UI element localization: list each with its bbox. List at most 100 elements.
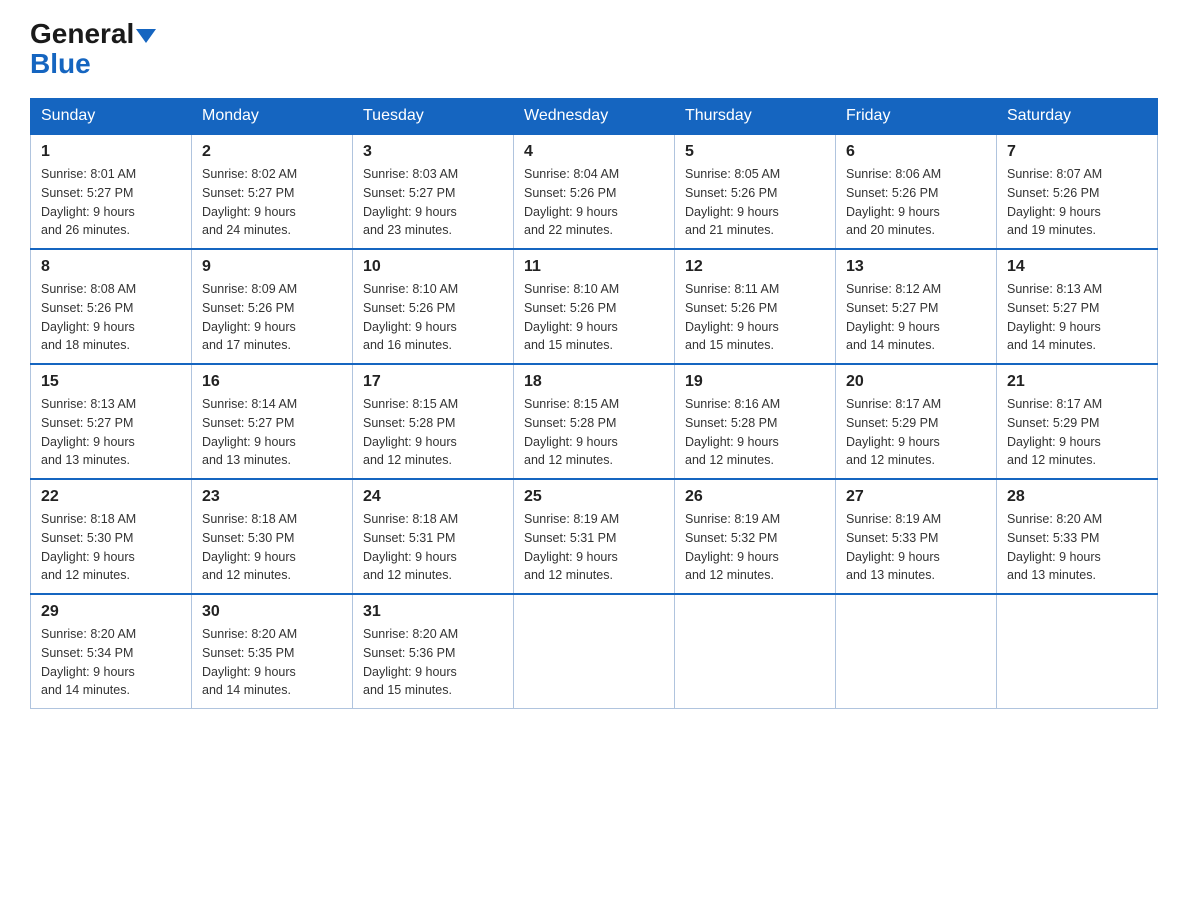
day-info: Sunrise: 8:13 AMSunset: 5:27 PMDaylight:… — [1007, 280, 1147, 355]
day-info: Sunrise: 8:01 AMSunset: 5:27 PMDaylight:… — [41, 165, 181, 240]
calendar-cell: 7 Sunrise: 8:07 AMSunset: 5:26 PMDaylight… — [997, 134, 1158, 249]
day-number: 1 — [41, 143, 181, 161]
day-info: Sunrise: 8:20 AMSunset: 5:36 PMDaylight:… — [363, 625, 503, 700]
day-number: 29 — [41, 603, 181, 621]
day-number: 11 — [524, 258, 664, 276]
calendar-header-wednesday: Wednesday — [514, 99, 675, 135]
calendar-cell — [514, 594, 675, 709]
day-number: 6 — [846, 143, 986, 161]
calendar-cell: 17 Sunrise: 8:15 AMSunset: 5:28 PMDayligh… — [353, 364, 514, 479]
day-info: Sunrise: 8:05 AMSunset: 5:26 PMDaylight:… — [685, 165, 825, 240]
day-number: 24 — [363, 488, 503, 506]
day-info: Sunrise: 8:18 AMSunset: 5:30 PMDaylight:… — [202, 510, 342, 585]
calendar-cell: 3 Sunrise: 8:03 AMSunset: 5:27 PMDaylight… — [353, 134, 514, 249]
calendar-cell: 15Sunrise: 8:13 AMSunset: 5:27 PMDayligh… — [31, 364, 192, 479]
calendar-cell: 4Sunrise: 8:04 AMSunset: 5:26 PMDaylight… — [514, 134, 675, 249]
day-number: 5 — [685, 143, 825, 161]
day-number: 10 — [363, 258, 503, 276]
calendar-cell: 2 Sunrise: 8:02 AMSunset: 5:27 PMDaylight… — [192, 134, 353, 249]
page-header: General Blue — [30, 20, 1158, 80]
logo-text: General — [30, 20, 156, 48]
logo-blue: Blue — [30, 48, 91, 80]
day-info: Sunrise: 8:16 AMSunset: 5:28 PMDaylight:… — [685, 395, 825, 470]
day-info: Sunrise: 8:17 AMSunset: 5:29 PMDaylight:… — [1007, 395, 1147, 470]
day-info: Sunrise: 8:06 AMSunset: 5:26 PMDaylight:… — [846, 165, 986, 240]
day-info: Sunrise: 8:20 AMSunset: 5:34 PMDaylight:… — [41, 625, 181, 700]
day-number: 21 — [1007, 373, 1147, 391]
calendar-cell: 27Sunrise: 8:19 AMSunset: 5:33 PMDayligh… — [836, 479, 997, 594]
calendar-cell: 16 Sunrise: 8:14 AMSunset: 5:27 PMDayligh… — [192, 364, 353, 479]
calendar-cell: 29 Sunrise: 8:20 AMSunset: 5:34 PMDayligh… — [31, 594, 192, 709]
calendar-cell: 14Sunrise: 8:13 AMSunset: 5:27 PMDayligh… — [997, 249, 1158, 364]
calendar-week-row: 22 Sunrise: 8:18 AMSunset: 5:30 PMDayligh… — [31, 479, 1158, 594]
calendar-cell: 23Sunrise: 8:18 AMSunset: 5:30 PMDayligh… — [192, 479, 353, 594]
day-info: Sunrise: 8:10 AMSunset: 5:26 PMDaylight:… — [524, 280, 664, 355]
day-number: 30 — [202, 603, 342, 621]
day-info: Sunrise: 8:19 AMSunset: 5:31 PMDaylight:… — [524, 510, 664, 585]
calendar-cell: 6 Sunrise: 8:06 AMSunset: 5:26 PMDaylight… — [836, 134, 997, 249]
day-info: Sunrise: 8:20 AMSunset: 5:35 PMDaylight:… — [202, 625, 342, 700]
day-info: Sunrise: 8:20 AMSunset: 5:33 PMDaylight:… — [1007, 510, 1147, 585]
day-info: Sunrise: 8:10 AMSunset: 5:26 PMDaylight:… — [363, 280, 503, 355]
day-number: 16 — [202, 373, 342, 391]
day-number: 9 — [202, 258, 342, 276]
calendar-header-tuesday: Tuesday — [353, 99, 514, 135]
calendar-cell: 5 Sunrise: 8:05 AMSunset: 5:26 PMDaylight… — [675, 134, 836, 249]
day-info: Sunrise: 8:11 AMSunset: 5:26 PMDaylight:… — [685, 280, 825, 355]
day-number: 18 — [524, 373, 664, 391]
calendar-cell: 26 Sunrise: 8:19 AMSunset: 5:32 PMDayligh… — [675, 479, 836, 594]
calendar-header-friday: Friday — [836, 99, 997, 135]
day-number: 31 — [363, 603, 503, 621]
day-info: Sunrise: 8:08 AMSunset: 5:26 PMDaylight:… — [41, 280, 181, 355]
calendar-cell: 13Sunrise: 8:12 AMSunset: 5:27 PMDayligh… — [836, 249, 997, 364]
calendar-cell: 18 Sunrise: 8:15 AMSunset: 5:28 PMDayligh… — [514, 364, 675, 479]
day-number: 17 — [363, 373, 503, 391]
day-info: Sunrise: 8:18 AMSunset: 5:30 PMDaylight:… — [41, 510, 181, 585]
calendar-week-row: 1 Sunrise: 8:01 AMSunset: 5:27 PMDaylight… — [31, 134, 1158, 249]
calendar-cell: 10 Sunrise: 8:10 AMSunset: 5:26 PMDayligh… — [353, 249, 514, 364]
calendar-cell — [836, 594, 997, 709]
day-info: Sunrise: 8:03 AMSunset: 5:27 PMDaylight:… — [363, 165, 503, 240]
day-info: Sunrise: 8:19 AMSunset: 5:32 PMDaylight:… — [685, 510, 825, 585]
calendar-cell: 28 Sunrise: 8:20 AMSunset: 5:33 PMDayligh… — [997, 479, 1158, 594]
logo: General Blue — [30, 20, 156, 80]
day-info: Sunrise: 8:18 AMSunset: 5:31 PMDaylight:… — [363, 510, 503, 585]
day-number: 8 — [41, 258, 181, 276]
calendar-header-monday: Monday — [192, 99, 353, 135]
day-number: 12 — [685, 258, 825, 276]
day-info: Sunrise: 8:02 AMSunset: 5:27 PMDaylight:… — [202, 165, 342, 240]
calendar-header-saturday: Saturday — [997, 99, 1158, 135]
day-number: 2 — [202, 143, 342, 161]
day-number: 7 — [1007, 143, 1147, 161]
day-number: 22 — [41, 488, 181, 506]
day-info: Sunrise: 8:09 AMSunset: 5:26 PMDaylight:… — [202, 280, 342, 355]
day-number: 3 — [363, 143, 503, 161]
calendar-cell: 11 Sunrise: 8:10 AMSunset: 5:26 PMDayligh… — [514, 249, 675, 364]
calendar-cell: 24 Sunrise: 8:18 AMSunset: 5:31 PMDayligh… — [353, 479, 514, 594]
calendar-week-row: 29 Sunrise: 8:20 AMSunset: 5:34 PMDayligh… — [31, 594, 1158, 709]
calendar-header-sunday: Sunday — [31, 99, 192, 135]
day-info: Sunrise: 8:15 AMSunset: 5:28 PMDaylight:… — [363, 395, 503, 470]
calendar-cell: 9 Sunrise: 8:09 AMSunset: 5:26 PMDaylight… — [192, 249, 353, 364]
day-number: 4 — [524, 143, 664, 161]
day-number: 15 — [41, 373, 181, 391]
day-number: 13 — [846, 258, 986, 276]
day-info: Sunrise: 8:19 AMSunset: 5:33 PMDaylight:… — [846, 510, 986, 585]
calendar-table: SundayMondayTuesdayWednesdayThursdayFrid… — [30, 98, 1158, 709]
calendar-cell: 31 Sunrise: 8:20 AMSunset: 5:36 PMDayligh… — [353, 594, 514, 709]
logo-general: General — [30, 18, 134, 49]
calendar-header-row: SundayMondayTuesdayWednesdayThursdayFrid… — [31, 99, 1158, 135]
day-info: Sunrise: 8:17 AMSunset: 5:29 PMDaylight:… — [846, 395, 986, 470]
day-info: Sunrise: 8:14 AMSunset: 5:27 PMDaylight:… — [202, 395, 342, 470]
day-info: Sunrise: 8:07 AMSunset: 5:26 PMDaylight:… — [1007, 165, 1147, 240]
calendar-cell: 20Sunrise: 8:17 AMSunset: 5:29 PMDayligh… — [836, 364, 997, 479]
logo-triangle-icon — [136, 29, 156, 43]
day-number: 28 — [1007, 488, 1147, 506]
calendar-cell: 12 Sunrise: 8:11 AMSunset: 5:26 PMDayligh… — [675, 249, 836, 364]
day-info: Sunrise: 8:15 AMSunset: 5:28 PMDaylight:… — [524, 395, 664, 470]
day-number: 25 — [524, 488, 664, 506]
calendar-cell: 21 Sunrise: 8:17 AMSunset: 5:29 PMDayligh… — [997, 364, 1158, 479]
calendar-cell — [997, 594, 1158, 709]
day-number: 26 — [685, 488, 825, 506]
calendar-cell: 8 Sunrise: 8:08 AMSunset: 5:26 PMDaylight… — [31, 249, 192, 364]
